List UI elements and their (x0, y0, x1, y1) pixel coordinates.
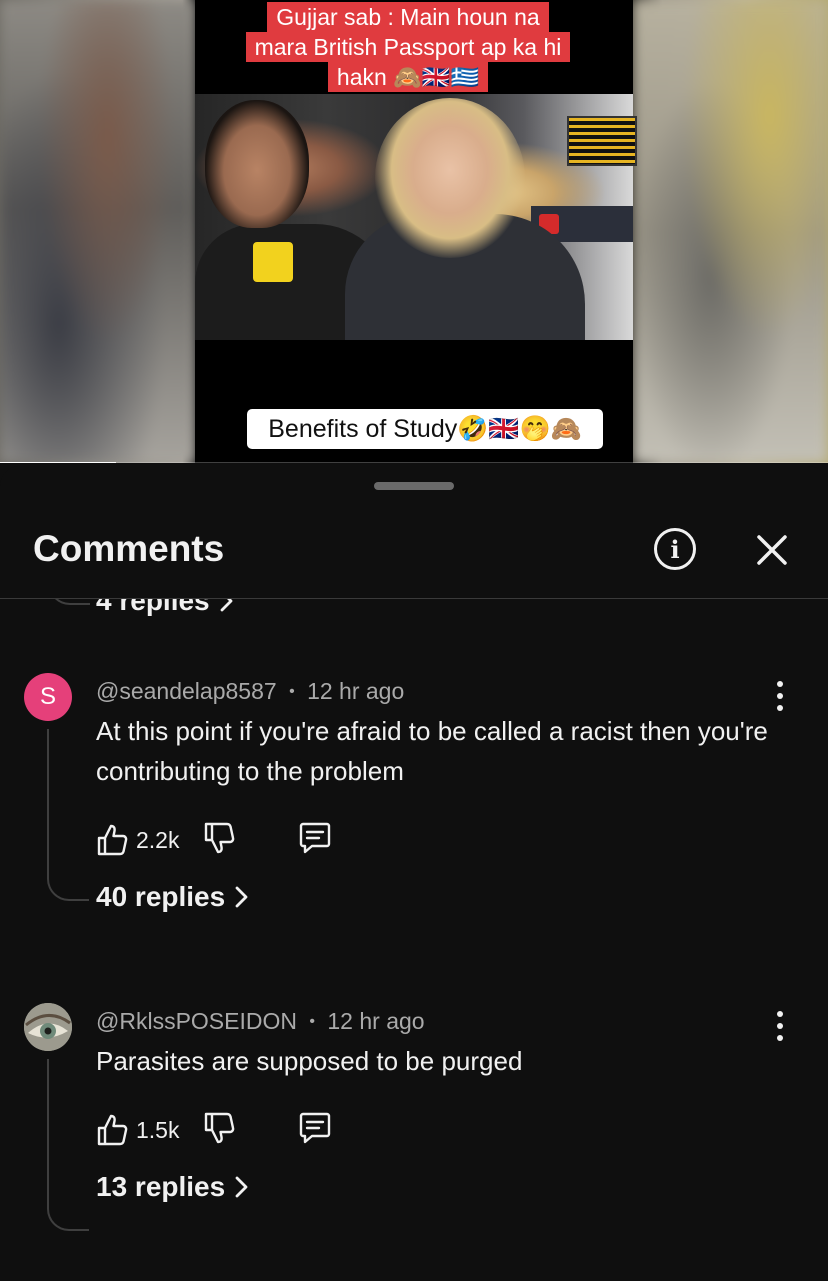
chevron-right-icon (235, 1176, 248, 1198)
comments-sheet: Comments i 4 replies S @seandelap8587 • … (0, 466, 828, 1281)
video-progress-bar[interactable] (0, 462, 828, 463)
reply-button[interactable] (297, 1111, 333, 1150)
like-button[interactable]: 2.2k (96, 823, 179, 857)
chevron-right-icon (235, 886, 248, 908)
video-blur-right (633, 0, 828, 463)
video-progress-fill (0, 462, 116, 463)
reply-button[interactable] (297, 821, 333, 860)
meta-separator: • (289, 683, 295, 700)
eye-avatar-image (24, 1003, 72, 1051)
person-left-face (205, 100, 309, 228)
caption-line: hakn 🙈🇬🇧🇬🇷 (327, 62, 489, 92)
info-circle-icon: i (670, 534, 680, 564)
video-image (195, 94, 637, 340)
thread-line (48, 599, 90, 605)
video-caption-top: Gujjar sab : Main houn na mara British P… (227, 2, 589, 98)
comment-meta: @RklssPOSEIDON • 12 hr ago (96, 1008, 425, 1035)
view-replies-button[interactable]: 4 replies (96, 599, 234, 617)
meta-separator: • (309, 1013, 315, 1030)
thread-line (47, 1059, 89, 1231)
comment-meta: @seandelap8587 • 12 hr ago (96, 678, 404, 705)
dislike-button[interactable] (203, 1111, 235, 1150)
thumbs-up-icon (97, 1114, 128, 1146)
thumbs-down-icon (205, 1112, 235, 1143)
comment-actions: 2.2k (96, 822, 333, 858)
video-blur-left (0, 0, 195, 463)
chevron-right-icon (220, 599, 233, 612)
close-button[interactable] (750, 528, 794, 572)
video-caption-bottom: Benefits of Study🤣🇬🇧🤭🙈 (247, 409, 603, 449)
sheet-title: Comments (33, 528, 225, 569)
comments-list[interactable]: 4 replies S @seandelap8587 • 12 hr ago A… (0, 599, 828, 1281)
dislike-button[interactable] (203, 821, 235, 860)
avatar-letter: S (39, 683, 56, 710)
like-count: 1.5k (136, 1116, 180, 1143)
replies-label: 4 replies (96, 599, 210, 616)
thumbs-up-icon (97, 824, 128, 856)
view-replies-button[interactable]: 40 replies (96, 881, 249, 913)
person-right-face (375, 98, 525, 258)
comment-actions: 1.5k (96, 1112, 333, 1148)
video-frame: Gujjar sab : Main houn na mara British P… (195, 0, 637, 463)
thread-line (47, 729, 89, 901)
avatar[interactable] (24, 1003, 72, 1051)
thumbs-down-icon (205, 822, 235, 853)
comment-author[interactable]: @RklssPOSEIDON (96, 1008, 297, 1034)
sheet-drag-handle[interactable] (374, 482, 454, 490)
caption-line: Gujjar sab : Main houn na (267, 2, 549, 32)
like-button[interactable]: 1.5k (96, 1113, 179, 1147)
comment-more-button[interactable] (768, 681, 792, 711)
close-icon (757, 535, 787, 565)
caption-line: mara British Passport ap ka hi (245, 32, 571, 62)
video-player[interactable]: Gujjar sab : Main houn na mara British P… (0, 0, 828, 463)
like-count: 2.2k (136, 826, 180, 853)
departure-board (567, 116, 637, 166)
avatar[interactable]: S (24, 673, 72, 721)
info-button[interactable]: i (654, 528, 696, 570)
reply-comment-icon (300, 1112, 331, 1143)
replies-label: 40 replies (96, 881, 226, 912)
comment-time: 12 hr ago (307, 678, 405, 704)
comment-author[interactable]: @seandelap8587 (96, 678, 277, 704)
view-replies-button[interactable]: 13 replies (96, 1171, 249, 1203)
comment-text: At this point if you're afraid to be cal… (96, 716, 768, 786)
comment-more-button[interactable] (768, 1011, 792, 1041)
comment-text: Parasites are supposed to be purged (96, 1046, 523, 1076)
replies-label: 13 replies (96, 1171, 226, 1202)
reply-comment-icon (300, 822, 331, 853)
comment-time: 12 hr ago (327, 1008, 425, 1034)
